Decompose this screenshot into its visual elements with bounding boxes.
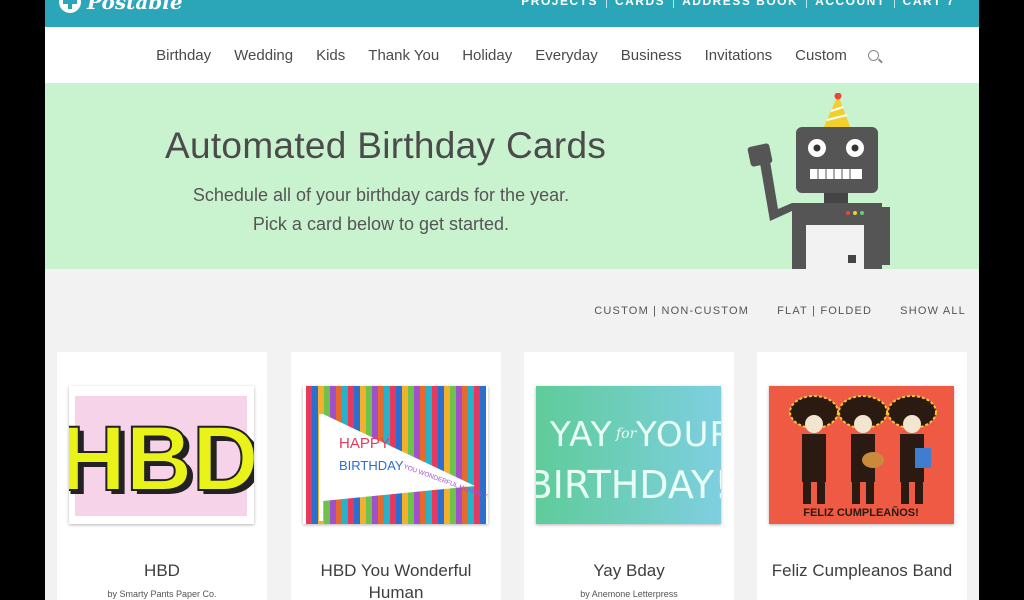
hero-subtitle: Schedule all of your birthday cards for … bbox=[165, 181, 597, 239]
card-title[interactable]: Yay Bday bbox=[524, 560, 734, 582]
category-nav: Birthday Wedding Kids Thank You Holiday … bbox=[45, 27, 979, 83]
card-feliz-cumpleanos-band[interactable]: FELIZ CUMPLEAÑOS! Feliz Cumpleanos Band bbox=[757, 352, 967, 600]
topnav-projects[interactable]: PROJECTS bbox=[513, 0, 607, 8]
card-art-hbd[interactable]: HBD HBD bbox=[69, 386, 254, 524]
card-hbd[interactable]: HBD HBD HBD by Smarty Pants Paper Co. bbox=[57, 352, 267, 600]
topnav-address-book[interactable]: ADDRESS BOOK bbox=[674, 0, 808, 8]
card-author: by Smarty Pants Paper Co. bbox=[107, 589, 217, 599]
top-bar: Postable PROJECTS CARDS ADDRESS BOOK ACC… bbox=[45, 0, 979, 27]
card-title[interactable]: HBD You Wonderful Human bbox=[291, 560, 501, 600]
search-icon[interactable] bbox=[868, 49, 880, 61]
topnav-cart[interactable]: CART 7 bbox=[895, 0, 963, 8]
filter-show-all[interactable]: SHOW ALL bbox=[900, 305, 966, 317]
category-thank-you[interactable]: Thank You bbox=[357, 47, 451, 64]
category-custom[interactable]: Custom bbox=[784, 47, 859, 64]
card-title[interactable]: Feliz Cumpleanos Band bbox=[757, 560, 967, 582]
card-author: by Anemone Letterpress bbox=[580, 589, 678, 599]
page: Postable PROJECTS CARDS ADDRESS BOOK ACC… bbox=[45, 0, 979, 600]
pennant-text-birthday: BIRTHDAY bbox=[339, 458, 404, 473]
filter-flat-folded[interactable]: FLAT | FOLDED bbox=[777, 305, 872, 317]
hero-line-1: Schedule all of your birthday cards for … bbox=[192, 185, 570, 205]
hero-title: Automated Birthday Cards bbox=[165, 125, 607, 166]
category-wedding[interactable]: Wedding bbox=[223, 47, 305, 64]
card-grid: HBD HBD HBD by Smarty Pants Paper Co. HA… bbox=[57, 352, 967, 600]
hbd-art-text: HBD bbox=[69, 408, 254, 510]
for-text: for bbox=[615, 426, 638, 442]
top-nav: PROJECTS CARDS ADDRESS BOOK ACCOUNT CART… bbox=[513, 0, 963, 8]
hero-banner: Automated Birthday Cards Schedule all of… bbox=[45, 83, 979, 269]
category-business[interactable]: Business bbox=[609, 47, 693, 64]
category-holiday[interactable]: Holiday bbox=[451, 47, 524, 64]
robot-illustration bbox=[747, 93, 890, 269]
postable-logo-icon bbox=[59, 0, 81, 13]
card-art-yay-bday[interactable]: YAY for YOUR BIRTHDAY! bbox=[536, 386, 721, 524]
category-kids[interactable]: Kids bbox=[305, 47, 357, 64]
category-birthday[interactable]: Birthday bbox=[145, 47, 223, 64]
category-everyday[interactable]: Everyday bbox=[524, 47, 610, 64]
filter-custom[interactable]: CUSTOM | NON-CUSTOM bbox=[594, 305, 749, 317]
pennant-text-happy: HAPPY bbox=[339, 435, 390, 452]
topnav-cards[interactable]: CARDS bbox=[607, 0, 675, 8]
category-invitations[interactable]: Invitations bbox=[693, 47, 784, 64]
card-hbd-you-wonderful-human[interactable]: HAPPY BIRTHDAY YOU WONDERFUL HUMAN YOU H… bbox=[291, 352, 501, 600]
filter-bar: CUSTOM | NON-CUSTOM FLAT | FOLDED SHOW A… bbox=[594, 305, 966, 317]
card-art-wonderful-human[interactable]: HAPPY BIRTHDAY YOU WONDERFUL HUMAN YOU bbox=[303, 386, 488, 524]
card-title[interactable]: HBD bbox=[57, 560, 267, 582]
topnav-account[interactable]: ACCOUNT bbox=[807, 0, 895, 8]
yay-text: YAY bbox=[549, 415, 613, 455]
birthday-text: BIRTHDAY! bbox=[536, 463, 721, 507]
card-yay-bday[interactable]: YAY for YOUR BIRTHDAY! Yay Bday by Anemo… bbox=[524, 352, 734, 600]
hero-line-2: Pick a card below to get started. bbox=[252, 214, 510, 234]
brand-name: Postable bbox=[87, 0, 183, 14]
band-caption: FELIZ CUMPLEAÑOS! bbox=[803, 506, 919, 519]
card-art-band[interactable]: FELIZ CUMPLEAÑOS! bbox=[769, 386, 954, 524]
your-text: YOUR bbox=[635, 415, 721, 455]
logo[interactable]: Postable bbox=[59, 0, 183, 14]
